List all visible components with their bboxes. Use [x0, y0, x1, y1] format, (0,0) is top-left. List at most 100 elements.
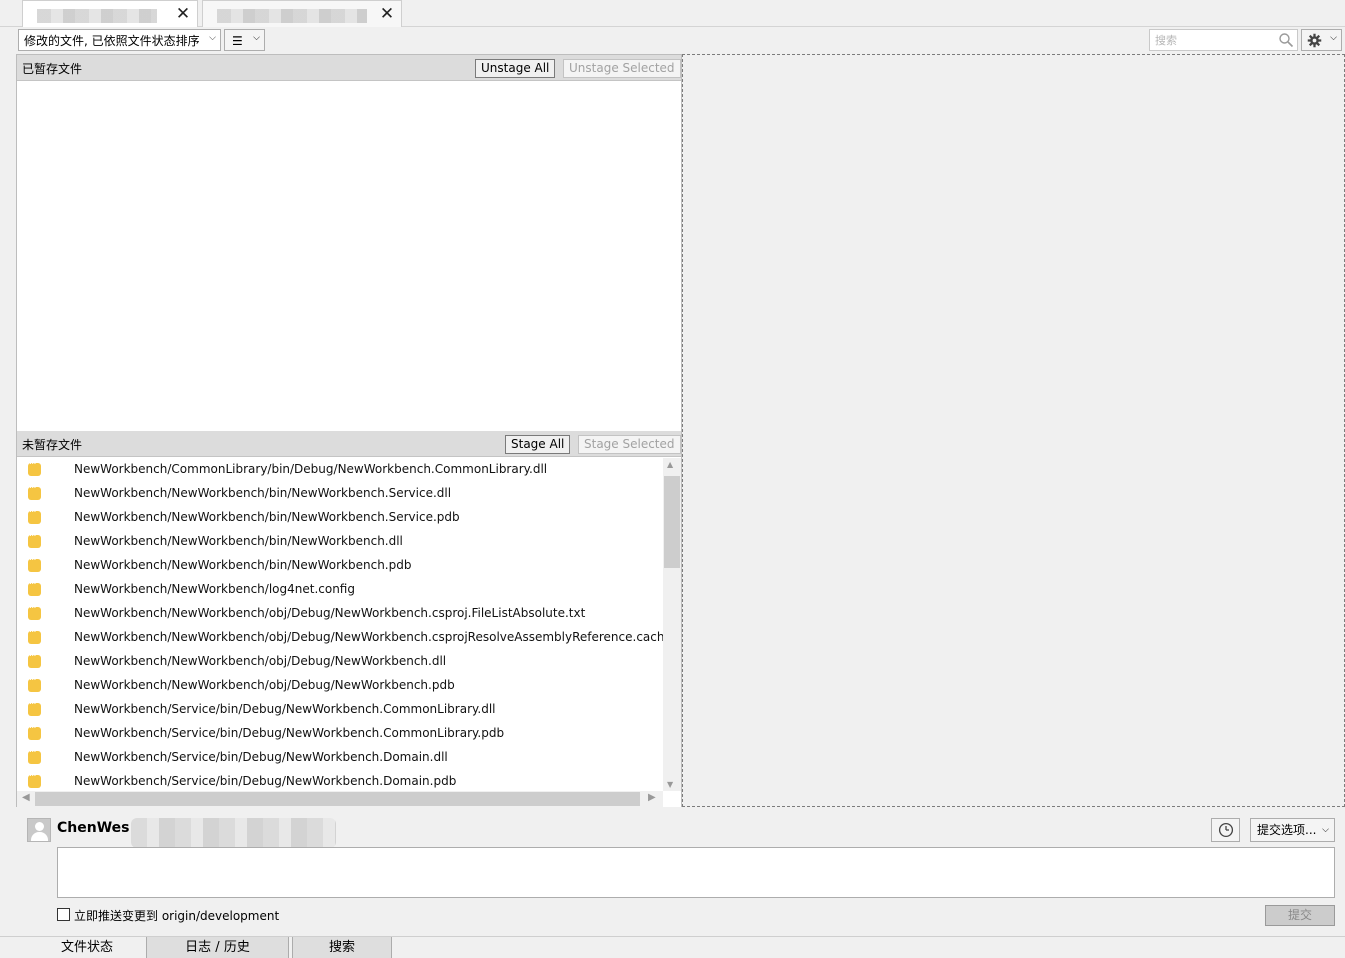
- search-box[interactable]: [1149, 29, 1298, 51]
- modified-status-icon: [28, 507, 41, 524]
- scroll-right-icon[interactable]: ▶: [648, 792, 656, 803]
- chevron-down-icon: ⌵: [1330, 33, 1337, 43]
- commit-area: ChenWes 提交选项... ⌵ 立即推送变更到 origin/develop…: [16, 808, 1345, 936]
- file-path: NewWorkbench/Service/bin/Debug/NewWorkbe…: [74, 774, 457, 788]
- commit-options-label: 提交选项...: [1257, 823, 1317, 837]
- unstaged-files-title: 未暂存文件: [22, 438, 83, 452]
- horizontal-scroll-thumb[interactable]: [35, 792, 640, 806]
- list-item[interactable]: NewWorkbench/NewWorkbench/bin/NewWorkben…: [17, 530, 663, 554]
- list-view-icon: ☰: [232, 34, 243, 48]
- file-path: NewWorkbench/Service/bin/Debug/NewWorkbe…: [74, 750, 448, 764]
- list-item[interactable]: NewWorkbench/Service/bin/Debug/NewWorkbe…: [17, 770, 663, 791]
- modified-status-icon: [28, 747, 41, 764]
- tab-log-history[interactable]: 日志 / 历史: [146, 937, 289, 958]
- push-immediately-label: 立即推送变更到 origin/development: [74, 909, 280, 923]
- push-immediately-checkbox[interactable]: [57, 908, 70, 921]
- list-item[interactable]: NewWorkbench/NewWorkbench/log4net.config: [17, 578, 663, 602]
- file-path: NewWorkbench/NewWorkbench/obj/Debug/NewW…: [74, 606, 586, 620]
- search-input[interactable]: [1150, 30, 1270, 50]
- modified-status-icon: [28, 555, 41, 572]
- tab-title-redacted: [37, 9, 157, 23]
- file-rows: NewWorkbench/CommonLibrary/bin/Debug/New…: [17, 458, 663, 791]
- avatar-body: [31, 832, 48, 841]
- unstaged-files-header: 未暂存文件 Stage All Stage Selected: [17, 431, 681, 457]
- view-mode-dropdown[interactable]: ☰ ⌵: [224, 29, 265, 51]
- modified-status-icon: [28, 723, 41, 740]
- unstaged-files-list[interactable]: NewWorkbench/CommonLibrary/bin/Debug/New…: [17, 458, 681, 807]
- staged-files-title: 已暂存文件: [22, 62, 83, 76]
- unstage-all-button[interactable]: Unstage All: [475, 59, 556, 78]
- close-icon[interactable]: ✕: [379, 5, 395, 23]
- modified-status-icon: [28, 651, 41, 668]
- modified-status-icon: [28, 627, 41, 644]
- vertical-scrollbar[interactable]: ▲ ▼: [663, 458, 681, 791]
- search-icon[interactable]: [1278, 32, 1294, 48]
- chevron-down-icon: ⌵: [253, 33, 260, 43]
- list-item[interactable]: NewWorkbench/NewWorkbench/obj/Debug/NewW…: [17, 674, 663, 698]
- file-path: NewWorkbench/NewWorkbench/obj/Debug/NewW…: [74, 678, 455, 692]
- commit-message-box[interactable]: [57, 847, 1335, 898]
- chevron-down-icon: ⌵: [209, 33, 216, 43]
- modified-status-icon: [28, 483, 41, 500]
- history-button[interactable]: [1211, 818, 1240, 842]
- modified-status-icon: [28, 675, 41, 692]
- modified-status-icon: [28, 531, 41, 548]
- document-tab-bar: ✕ ✕: [0, 0, 1345, 27]
- document-tab-1[interactable]: ✕: [22, 0, 198, 27]
- document-tab-2[interactable]: ✕: [202, 0, 402, 27]
- commit-message-input[interactable]: [58, 848, 1334, 897]
- list-item[interactable]: NewWorkbench/CommonLibrary/bin/Debug/New…: [17, 458, 663, 482]
- scroll-up-icon[interactable]: ▲: [667, 460, 673, 469]
- modified-status-icon: [28, 699, 41, 716]
- scroll-left-icon[interactable]: ◀: [22, 792, 30, 803]
- list-item[interactable]: NewWorkbench/NewWorkbench/obj/Debug/NewW…: [17, 650, 663, 674]
- close-icon[interactable]: ✕: [175, 5, 191, 23]
- tab-title-redacted: [217, 9, 367, 23]
- file-path: NewWorkbench/NewWorkbench/bin/NewWorkben…: [74, 486, 452, 500]
- staged-files-header: 已暂存文件 Unstage All Unstage Selected: [17, 55, 681, 81]
- sort-mode-dropdown[interactable]: 修改的文件, 已依照文件状态排序 ⌵: [18, 29, 221, 51]
- list-item[interactable]: NewWorkbench/NewWorkbench/bin/NewWorkben…: [17, 554, 663, 578]
- list-item[interactable]: NewWorkbench/Service/bin/Debug/NewWorkbe…: [17, 746, 663, 770]
- modified-status-icon: [28, 771, 41, 788]
- tab-search[interactable]: 搜索: [292, 937, 392, 958]
- toolbar: 修改的文件, 已依照文件状态排序 ⌵ ☰ ⌵ ⌵: [0, 27, 1345, 54]
- file-path: NewWorkbench/NewWorkbench/log4net.config: [74, 582, 355, 596]
- list-item[interactable]: NewWorkbench/Service/bin/Debug/NewWorkbe…: [17, 722, 663, 746]
- file-path: NewWorkbench/NewWorkbench/bin/NewWorkben…: [74, 558, 412, 572]
- vertical-scroll-thumb[interactable]: [664, 476, 680, 568]
- diff-view-panel: [682, 54, 1345, 807]
- scroll-down-icon[interactable]: ▼: [667, 780, 673, 789]
- file-path: NewWorkbench/NewWorkbench/bin/NewWorkben…: [74, 534, 403, 548]
- horizontal-scrollbar[interactable]: ◀ ▶: [17, 791, 663, 807]
- modified-status-icon: [28, 603, 41, 620]
- file-path: NewWorkbench/NewWorkbench/obj/Debug/NewW…: [74, 630, 663, 644]
- bottom-tab-bar: 文件状态 日志 / 历史 搜索: [0, 936, 1345, 958]
- list-item[interactable]: NewWorkbench/NewWorkbench/obj/Debug/NewW…: [17, 602, 663, 626]
- commit-button[interactable]: 提交: [1265, 905, 1335, 926]
- clock-icon: [1218, 822, 1234, 838]
- settings-dropdown[interactable]: ⌵: [1301, 29, 1342, 51]
- commit-options-dropdown[interactable]: 提交选项... ⌵: [1250, 818, 1335, 842]
- avatar-head: [35, 822, 44, 831]
- file-path: NewWorkbench/NewWorkbench/obj/Debug/NewW…: [74, 654, 447, 668]
- file-path: NewWorkbench/CommonLibrary/bin/Debug/New…: [74, 462, 548, 476]
- list-item[interactable]: NewWorkbench/NewWorkbench/bin/NewWorkben…: [17, 482, 663, 506]
- file-path: NewWorkbench/Service/bin/Debug/NewWorkbe…: [74, 702, 496, 716]
- commit-author-name: ChenWes: [57, 820, 130, 836]
- sort-mode-label: 修改的文件, 已依照文件状态排序: [24, 33, 200, 48]
- stage-all-button[interactable]: Stage All: [505, 435, 571, 454]
- gear-icon: [1307, 33, 1322, 48]
- author-email-redacted: [131, 818, 336, 848]
- stage-selected-button[interactable]: Stage Selected: [578, 435, 681, 454]
- staged-files-list[interactable]: [17, 82, 681, 431]
- unstage-selected-button[interactable]: Unstage Selected: [563, 59, 681, 78]
- avatar: [27, 818, 51, 842]
- modified-status-icon: [28, 579, 41, 596]
- tab-file-status[interactable]: 文件状态: [32, 937, 142, 958]
- file-path: NewWorkbench/Service/bin/Debug/NewWorkbe…: [74, 726, 505, 740]
- list-item[interactable]: NewWorkbench/NewWorkbench/bin/NewWorkben…: [17, 506, 663, 530]
- list-item[interactable]: NewWorkbench/Service/bin/Debug/NewWorkbe…: [17, 698, 663, 722]
- file-status-panel: 已暂存文件 Unstage All Unstage Selected 未暂存文件…: [16, 54, 682, 807]
- list-item[interactable]: NewWorkbench/NewWorkbench/obj/Debug/NewW…: [17, 626, 663, 650]
